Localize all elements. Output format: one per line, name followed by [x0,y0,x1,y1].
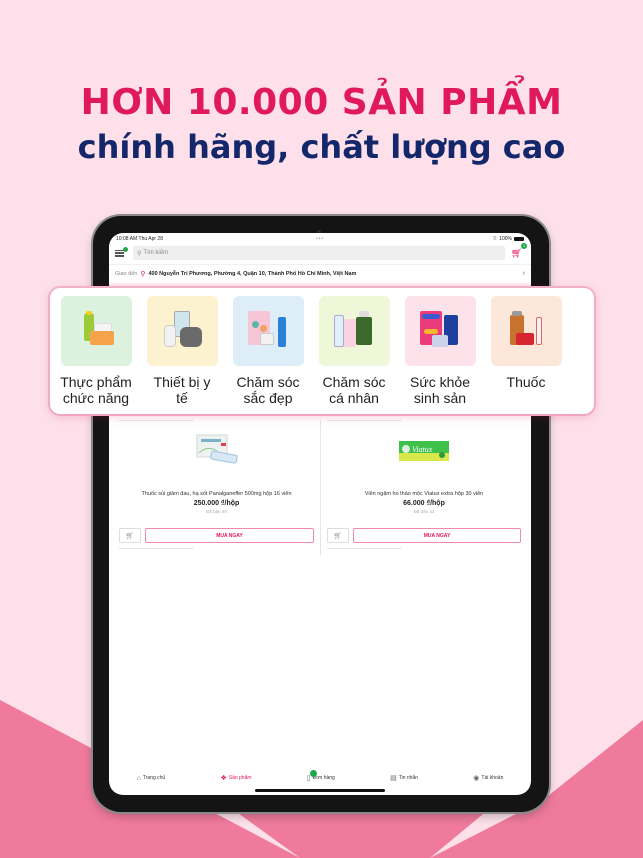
tab-products[interactable]: ❖ Sản phẩm [220,774,251,782]
delivery-address: 400 Nguyễn Tri Phương, Phường 4, Quận 10… [148,270,357,277]
tab-account[interactable]: ◉ Tài khoản [473,774,503,782]
cart-icon: 🛒︎ [511,248,523,258]
status-time: 10:08 AM [116,236,138,242]
tab-orders[interactable]: ▯ Đơn hàng [307,770,335,782]
product-image: Viatux [324,421,524,481]
category-image [76,311,116,351]
tab-label: Tin nhắn [398,775,419,781]
product-card[interactable]: Viatux Viên ngậm ho thảo mộc Viatux extr… [320,420,527,555]
category-tile [232,296,304,366]
category-beauty-care[interactable]: Chăm sóc sắc đẹp [232,296,304,414]
category-tile [146,296,218,366]
category-personal-care[interactable]: Chăm sóc cá nhân [318,296,390,414]
product-price: 66.000 ₫/hộp [403,500,445,507]
battery-text: 100% [499,236,512,242]
product-name[interactable]: Thuốc sủi giảm đau, hạ sốt Panalganeffer… [116,491,317,497]
tab-label: Tài khoản [481,775,504,781]
menu-notification-dot [123,247,128,252]
home-indicator[interactable] [255,789,385,792]
main-content: Sản phẩm bán chạy → Thuốc sủi giảm đau, … [109,405,531,555]
cart-icon: 🛒︎ [125,532,135,540]
category-tile [404,296,476,366]
category-card: Thực phẩm chức năng Thiết bị y tế Chăm s… [50,288,594,414]
wifi-icon: ⌔ [492,236,498,242]
product-image [116,421,317,481]
search-icon: ⚲ [137,250,142,257]
buy-now-button[interactable]: MUA NGAY [145,528,314,543]
hero-headline: HƠN 10.000 SẢN PHẨM [80,82,563,123]
battery-icon [514,237,524,241]
home-icon: ⌂ [136,774,141,782]
cart-button[interactable]: 🛒︎ 1 [511,243,527,259]
category-tile [60,296,132,366]
tab-messages[interactable]: ▤ Tin nhắn [390,774,418,782]
product-sold-count: Đã bán 49 [206,509,227,514]
category-image [248,311,288,351]
category-tile [490,296,562,366]
orders-notification-dot [309,770,317,777]
search-placeholder: Tìm kiếm [143,250,169,256]
category-label: Thiết bị y tế [153,374,211,406]
top-bar: ⚲ Tìm kiếm 🛒︎ 1 [109,243,531,261]
add-to-cart-button[interactable]: 🛒︎ [327,528,349,543]
status-bar: 10:08 AM Thu Apr 28 ••• ⌔ 100% [109,233,531,245]
category-label: Thực phẩm chức năng [60,374,132,406]
chevron-right-icon: › [522,270,525,277]
category-medicine[interactable]: Thuốc [490,296,562,414]
menu-button[interactable] [115,247,128,258]
grid-icon: ❖ [220,775,227,782]
tab-label: Sản phẩm [228,775,252,781]
product-sold-count: Đã bán 43 [413,509,435,514]
search-input[interactable]: ⚲ Tìm kiếm [133,246,505,260]
delivery-address-row[interactable]: Giao đến ⚲ 400 Nguyễn Tri Phương, Phường… [109,264,531,282]
svg-text:Viatux: Viatux [412,445,433,454]
tab-label: Trang chủ [142,775,166,781]
message-icon: ▤ [390,775,397,782]
buy-now-button[interactable]: MUA NGAY [353,528,521,543]
product-card[interactable]: Thuốc sủi giảm đau, hạ sốt Panalganeffer… [113,420,320,555]
account-icon: ◉ [473,775,480,782]
header-divider [109,282,531,286]
cart-badge: 1 [521,243,527,249]
category-image [420,311,460,351]
category-image [506,311,546,351]
status-date: Thu Apr 28 [138,236,163,242]
category-label: Sức khỏe sinh sản [410,374,470,406]
category-image [162,311,202,351]
location-pin-icon: ⚲ [140,270,146,278]
category-reproductive-health[interactable]: Sức khỏe sinh sản [404,296,476,414]
category-tile [318,296,390,366]
category-functional-food[interactable]: Thực phẩm chức năng [60,296,132,414]
cart-icon: 🛒︎ [333,532,343,540]
hero-subline: chính hãng, chất lượng cao [77,128,566,166]
add-to-cart-button[interactable]: 🛒︎ [119,528,141,543]
product-name[interactable]: Viên ngậm ho thảo mộc Viatux extra hộp 3… [324,491,524,497]
product-list: Thuốc sủi giảm đau, hạ sốt Panalganeffer… [109,420,531,555]
tab-home[interactable]: ⌂ Trang chủ [137,775,166,782]
delivery-label: Giao đến [115,270,138,277]
product-price: 250.000 ₫/hộp [193,500,240,507]
category-label: Chăm sóc sắc đẹp [236,374,300,406]
category-medical-devices[interactable]: Thiết bị y tế [146,296,218,414]
category-label: Thuốc [506,374,546,390]
bottom-tab-bar: ⌂ Trang chủ ❖ Sản phẩm ▯ Đơn hàng ▤ Tin … [109,770,531,785]
category-label: Chăm sóc cá nhân [322,374,386,406]
category-image [334,311,374,351]
multitask-dots[interactable]: ••• [316,236,324,242]
